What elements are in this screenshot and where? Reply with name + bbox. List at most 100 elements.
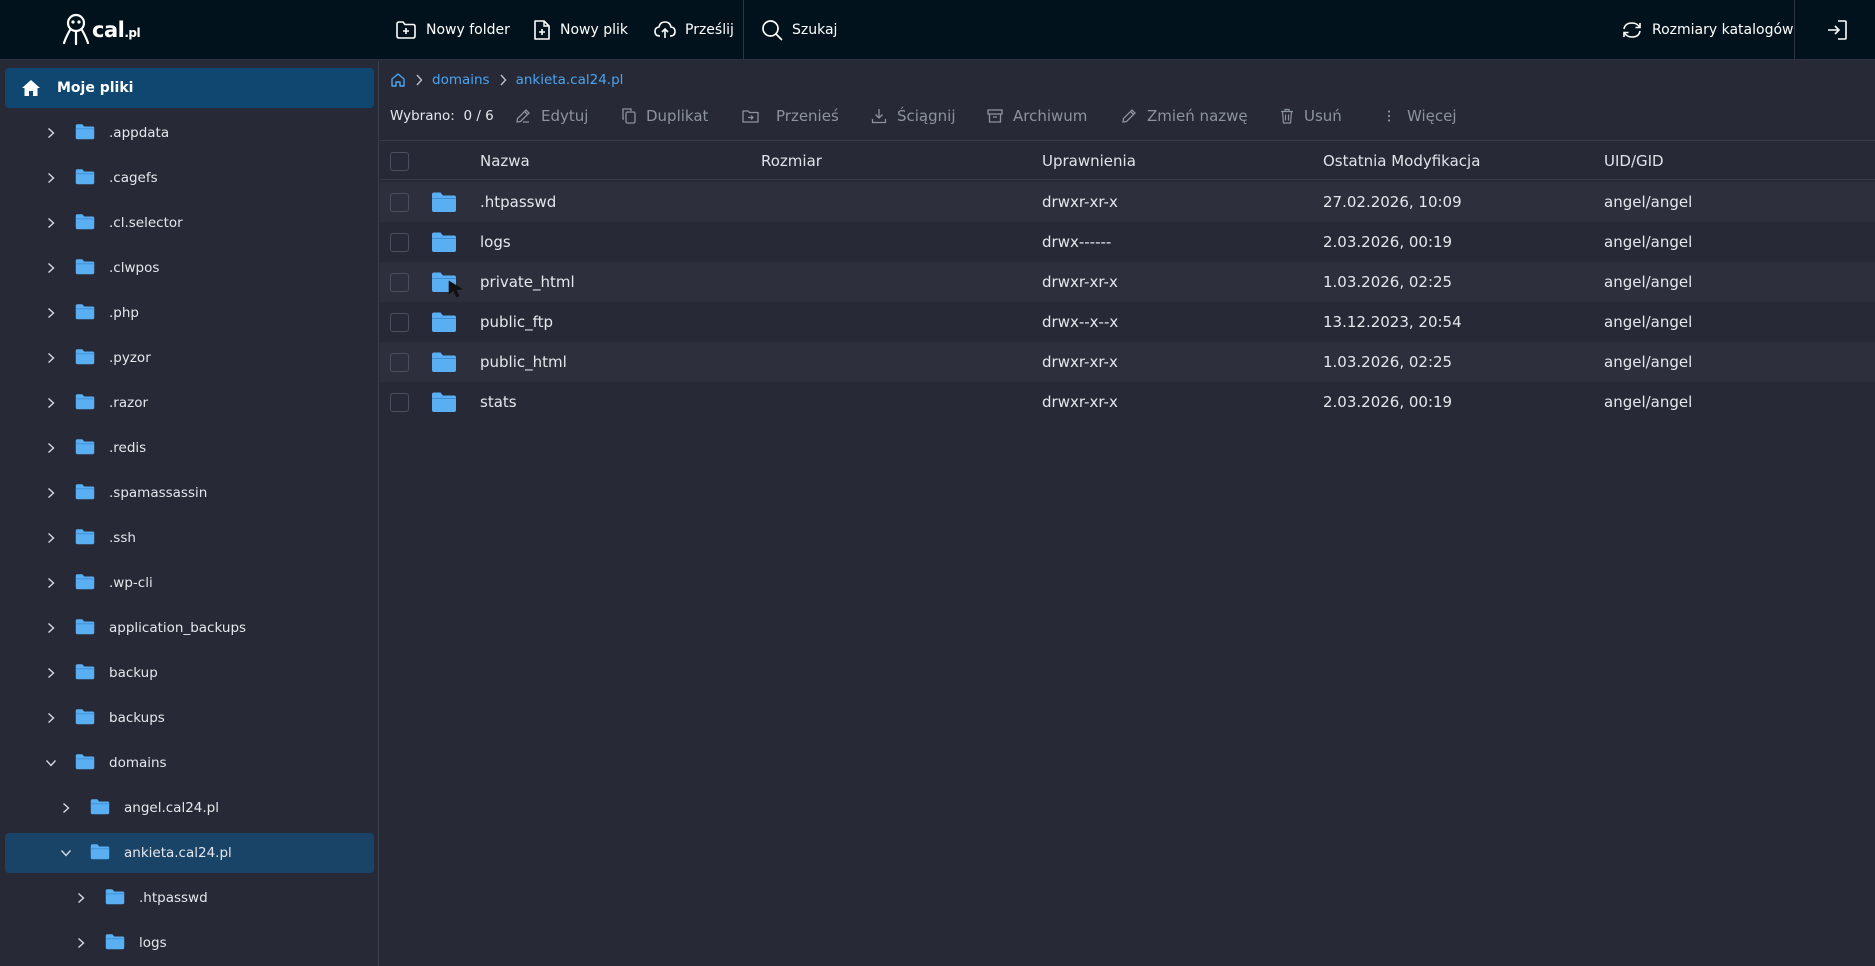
breadcrumb-current[interactable]: ankieta.cal24.pl (516, 72, 624, 88)
sidebar-folder-label: domains (109, 755, 167, 771)
cal-logo[interactable]: cal.pl (62, 12, 142, 48)
cell-modified: 13.12.2023, 20:54 (1323, 313, 1462, 331)
table-row[interactable]: public_html drwxr-xr-x 1.03.2026, 02:25 ang… (380, 342, 1875, 382)
row-checkbox[interactable] (390, 193, 409, 212)
chevron-right-icon[interactable] (60, 802, 72, 814)
sidebar-folder-label: .php (109, 305, 139, 321)
mouse-cursor-icon (448, 280, 463, 298)
sidebar-tree: Moje pliki .appdata .cagefs .cl.selector .c… (0, 61, 379, 966)
new-file-button[interactable]: Nowy plik (533, 0, 628, 60)
duplicate-button[interactable]: Duplikat (622, 107, 708, 125)
dir-sizes-button[interactable]: Rozmiary katalogów (1621, 0, 1793, 60)
row-checkbox[interactable] (390, 313, 409, 332)
chevron-right-icon[interactable] (45, 487, 57, 499)
sidebar-folder-item[interactable]: .clwpos (5, 248, 374, 288)
sidebar-folder-item[interactable]: .redis (5, 428, 374, 468)
folder-icon (75, 708, 95, 729)
chevron-right-icon[interactable] (45, 397, 57, 409)
logout-button[interactable] (1826, 0, 1857, 60)
rename-button[interactable]: Zmień nazwę (1121, 107, 1248, 125)
table-row[interactable]: private_html drwxr-xr-x 1.03.2026, 02:25 an… (380, 262, 1875, 302)
chevron-right-icon[interactable] (75, 892, 87, 904)
row-checkbox[interactable] (390, 273, 409, 292)
sidebar-folder-item[interactable]: .appdata (5, 113, 374, 153)
table-row[interactable]: public_ftp drwx--x--x 13.12.2023, 20:54 ang… (380, 302, 1875, 342)
table-row[interactable]: stats drwxr-xr-x 2.03.2026, 00:19 angel/ang… (380, 382, 1875, 422)
row-checkbox[interactable] (390, 233, 409, 252)
chevron-down-icon[interactable] (60, 847, 72, 859)
delete-button[interactable]: Usuń (1280, 107, 1342, 125)
sidebar-folder-item[interactable]: .razor (5, 383, 374, 423)
upload-button[interactable]: Prześlij (654, 0, 734, 60)
sidebar-folder-item[interactable]: angel.cal24.pl (5, 788, 374, 828)
chevron-right-icon[interactable] (45, 307, 57, 319)
column-name[interactable]: Nazwa (480, 141, 530, 181)
chevron-right-icon[interactable] (45, 262, 57, 274)
sidebar-folder-item[interactable]: application_backups (5, 608, 374, 648)
breadcrumb: domains ankieta.cal24.pl (390, 67, 623, 93)
trash-icon (1281, 108, 1293, 124)
sidebar-folder-item[interactable]: backups (5, 698, 374, 738)
sidebar-folder-item[interactable]: .cagefs (5, 158, 374, 198)
select-all-checkbox[interactable] (390, 152, 409, 171)
chevron-right-icon[interactable] (45, 577, 57, 589)
sidebar-folder-item[interactable]: .spamassassin (5, 473, 374, 513)
table-row[interactable]: logs drwx------ 2.03.2026, 00:19 angel/ange… (380, 222, 1875, 262)
sidebar-folder-item[interactable]: .wp-cli (5, 563, 374, 603)
chevron-right-icon[interactable] (45, 127, 57, 139)
column-size[interactable]: Rozmiar (761, 141, 822, 181)
sidebar-folder-item[interactable]: .htpasswd (5, 878, 374, 918)
chevron-right-icon[interactable] (45, 442, 57, 454)
chevron-right-icon[interactable] (45, 217, 57, 229)
archive-button[interactable]: Archiwum (987, 107, 1087, 125)
folder-plus-icon (396, 21, 416, 39)
cell-modified: 2.03.2026, 00:19 (1323, 233, 1453, 251)
logo-mascot-icon (62, 13, 90, 46)
sidebar-item-my-files[interactable]: Moje pliki (5, 68, 374, 108)
logo-text: cal.pl (92, 18, 141, 42)
edit-button[interactable]: Edytuj (515, 107, 588, 125)
chevron-right-icon[interactable] (45, 532, 57, 544)
more-vertical-icon (1387, 110, 1391, 122)
cell-name: public_ftp (480, 313, 554, 331)
chevron-right-icon[interactable] (75, 937, 87, 949)
sidebar-folder-item[interactable]: logs (5, 923, 374, 963)
toolbar-divider (743, 0, 744, 60)
chevron-right-icon[interactable] (45, 622, 57, 634)
move-button[interactable]: Przenieś (742, 107, 839, 125)
chevron-right-icon[interactable] (45, 712, 57, 724)
edit-label: Edytuj (541, 107, 589, 125)
sidebar-folder-item[interactable]: .pyzor (5, 338, 374, 378)
sidebar-folder-item[interactable]: .php (5, 293, 374, 333)
folder-icon (431, 191, 457, 217)
column-uid-gid[interactable]: UID/GID (1604, 141, 1664, 181)
search-button[interactable]: Szukaj (761, 0, 837, 60)
breadcrumb-domains[interactable]: domains (432, 72, 490, 88)
more-button[interactable]: Więcej (1381, 107, 1457, 125)
column-modified[interactable]: Ostatnia Modyfikacja (1323, 141, 1480, 181)
table-row[interactable]: .htpasswd drwxr-xr-x 27.02.2026, 10:09 ange… (380, 182, 1875, 222)
column-permissions[interactable]: Uprawnienia (1042, 141, 1136, 181)
chevron-right-icon[interactable] (45, 352, 57, 364)
home-icon[interactable] (390, 72, 406, 88)
new-folder-button[interactable]: Nowy folder (395, 0, 510, 60)
sidebar-folder-item[interactable]: .ssh (5, 518, 374, 558)
sidebar-folder-item[interactable]: ankieta.cal24.pl (5, 833, 374, 873)
download-label: Ściągnij (897, 107, 956, 125)
chevron-right-icon[interactable] (45, 172, 57, 184)
row-checkbox[interactable] (390, 393, 409, 412)
chevron-down-icon[interactable] (45, 757, 57, 769)
folder-icon (75, 528, 95, 549)
folder-icon (105, 888, 125, 909)
download-button[interactable]: Ściągnij (871, 107, 956, 125)
sidebar-folder-item[interactable]: .cl.selector (5, 203, 374, 243)
sidebar-folder-item[interactable]: backup (5, 653, 374, 693)
cell-permissions: drwx--x--x (1042, 313, 1119, 331)
sidebar-folder-label: .appdata (109, 125, 170, 141)
folder-icon (431, 351, 457, 377)
chevron-right-icon[interactable] (45, 667, 57, 679)
sidebar-folder-item[interactable]: domains (5, 743, 374, 783)
more-label: Więcej (1407, 107, 1457, 125)
row-checkbox[interactable] (390, 353, 409, 372)
folder-icon (431, 311, 457, 337)
